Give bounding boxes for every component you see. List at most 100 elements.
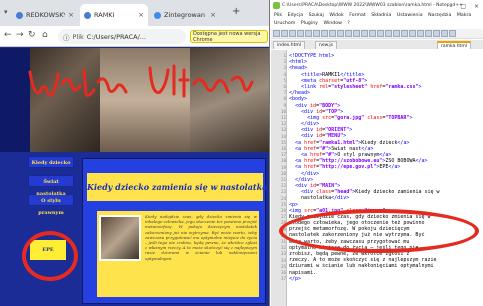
menu-skladnia[interactable]: Składnia	[371, 13, 391, 18]
article-photo	[99, 215, 141, 261]
menu-item-o-stylu-prawnym[interactable]: O stylu prawnym	[28, 194, 74, 216]
line-number: 1	[283, 53, 286, 58]
menu-makra[interactable]: Makra	[457, 13, 471, 18]
paste-icon[interactable]	[337, 30, 344, 37]
line-number: 26	[280, 208, 286, 213]
menu-item-kiedy-dziecko[interactable]: Kiedy dziecko	[28, 156, 74, 168]
line-number: 11	[280, 115, 286, 120]
new-file-icon[interactable]	[273, 30, 280, 37]
side-menu: Kiedy dziecko Świat nastolatka O stylu p…	[28, 156, 76, 216]
undo-icon[interactable]	[345, 30, 352, 37]
line-number: 3	[283, 65, 286, 71]
line-number: 13	[280, 127, 286, 133]
menu-uruchom[interactable]: Uruchom	[274, 21, 295, 26]
menu-narzedzia[interactable]: Narzędzia	[428, 13, 451, 18]
browser-tab-1[interactable]: REDKOWSKY ×	[12, 4, 78, 26]
stop-icon[interactable]	[433, 30, 440, 37]
code-area[interactable]: 1 2 3 4 5 6 7 8 9 10 11 12 13 14 15 16 17 18 19 20 21 22 23 24 2…	[271, 50, 483, 306]
wrap-icon[interactable]	[393, 30, 400, 37]
address-toolbar: ← → ↻ ⌂ ⓘ Plik C:/Users/PRACA/... Dostęp…	[0, 26, 269, 47]
run-icon[interactable]	[409, 30, 416, 37]
browser-tab-3[interactable]: Zintegrowan ×	[150, 4, 220, 26]
tab-close-icon[interactable]: ×	[68, 11, 74, 19]
editor-tab-bar: index.html new.js ramka.html	[271, 40, 483, 49]
address-bar[interactable]: ⓘ Plik C:/Users/PRACA/...	[58, 29, 186, 44]
menu-ustawienia[interactable]: Ustawienia	[397, 13, 423, 18]
menu-item-swiat-nastolatka[interactable]: Świat nastolatka	[28, 175, 74, 197]
line-number: 22	[280, 183, 286, 189]
save-all-icon[interactable]	[297, 30, 304, 37]
editor-toolbar	[271, 29, 483, 39]
line-number: 27	[280, 214, 286, 220]
line-number: 12	[280, 121, 286, 127]
line-number: 17	[280, 152, 286, 158]
forward-arrow-icon[interactable]: →	[16, 30, 24, 40]
tab-close-icon[interactable]: ×	[210, 11, 216, 19]
macro-icon[interactable]	[441, 30, 448, 37]
address-text: C:/Users/PRACA/...	[86, 32, 146, 41]
print-icon[interactable]	[313, 30, 320, 37]
line-number: 6	[283, 84, 286, 89]
menu-help[interactable]: ?	[347, 21, 350, 26]
editor-title: C:\Users\PRACA\Desktop\WWW 2022\WWW03 sz…	[282, 3, 463, 8]
menu-szukaj[interactable]: Szukaj	[309, 13, 324, 18]
menu-edycja[interactable]: Edycja	[288, 13, 303, 18]
open-icon[interactable]	[281, 30, 288, 37]
update-notice[interactable]: Dostępna jest nowa wersja Chrome	[190, 30, 268, 43]
editor-tab-new[interactable]: new.js	[315, 41, 337, 49]
browser-tab-bar: ▾ REDKOWSKY × RAMKI × Zintegrowan × +	[0, 0, 269, 26]
annotation-circle	[22, 231, 78, 281]
content-panel: Kiedy dziecko zamienia się w nastolatka …	[82, 158, 268, 304]
browser-tab-2[interactable]: RAMKI ×	[80, 4, 148, 26]
cut-icon[interactable]	[321, 30, 328, 37]
line-number: 20	[280, 170, 286, 176]
save-icon[interactable]	[289, 30, 296, 37]
menu-window[interactable]: Window	[323, 21, 341, 26]
web-page: Kiedy dziecko Świat nastolatka O stylu p…	[0, 48, 269, 306]
browser-tab-label: REDKOWSKY	[26, 11, 66, 19]
article-box: Kiedy nadejdzie czas, gdy dziecko zmieni…	[97, 211, 259, 297]
redo-icon[interactable]	[353, 30, 360, 37]
menu-widok[interactable]: Widok	[329, 13, 343, 18]
line-number: 32	[280, 245, 286, 251]
window-controls[interactable]: – □ ×	[449, 1, 482, 12]
tab-search-icon[interactable]: ▾	[4, 8, 8, 16]
spell-icon[interactable]	[449, 30, 456, 37]
copy-icon[interactable]	[329, 30, 336, 37]
line-number: 5	[283, 77, 286, 83]
replace-icon[interactable]	[369, 30, 376, 37]
menu-format[interactable]: Format	[349, 13, 366, 18]
editor-window: C:\Users\PRACA\Desktop\WWW 2022\WWW03 sz…	[271, 0, 483, 306]
zoom-in-icon[interactable]	[377, 30, 384, 37]
file-badge: Plik	[72, 32, 84, 41]
annotation-circle	[279, 209, 479, 253]
line-number: 24	[280, 195, 286, 201]
indent-icon[interactable]	[401, 30, 408, 37]
line-number: 8	[283, 96, 286, 102]
editor-tab-ramka[interactable]: ramka.html	[437, 41, 471, 49]
new-tab-button[interactable]: +	[232, 6, 240, 17]
zoom-out-icon[interactable]	[385, 30, 392, 37]
menu-pluginy[interactable]: Pluginy	[301, 21, 318, 26]
line-number: 2	[283, 59, 286, 65]
line-number: 35	[280, 263, 286, 269]
editor-title-bar: C:\Users\PRACA\Desktop\WWW 2022\WWW03 sz…	[271, 0, 483, 12]
reload-icon[interactable]: ↻	[28, 30, 36, 40]
line-number: 4	[283, 71, 286, 77]
line-number: 25	[280, 201, 286, 207]
tab-close-icon[interactable]: ×	[138, 11, 144, 19]
article-text: Kiedy nadejdzie czas, gdy dziecko zmieni…	[145, 214, 257, 261]
browser-tab-label: Zintegrowan	[164, 11, 205, 19]
line-number: 10	[280, 108, 286, 114]
record-icon[interactable]	[417, 30, 424, 37]
line-number: 9	[283, 102, 286, 108]
line-number: 18	[280, 158, 286, 164]
editor-tab-index[interactable]: index.html	[273, 41, 305, 49]
back-arrow-icon[interactable]: ←	[4, 30, 12, 40]
play-icon[interactable]	[425, 30, 432, 37]
home-icon[interactable]: ⌂	[42, 30, 48, 40]
find-icon[interactable]	[361, 30, 368, 37]
banner-title: Kiedy dziecko zamienia się w nastolatka	[87, 182, 268, 192]
close-icon[interactable]	[305, 30, 312, 37]
menu-plik[interactable]: Plik	[274, 13, 282, 18]
